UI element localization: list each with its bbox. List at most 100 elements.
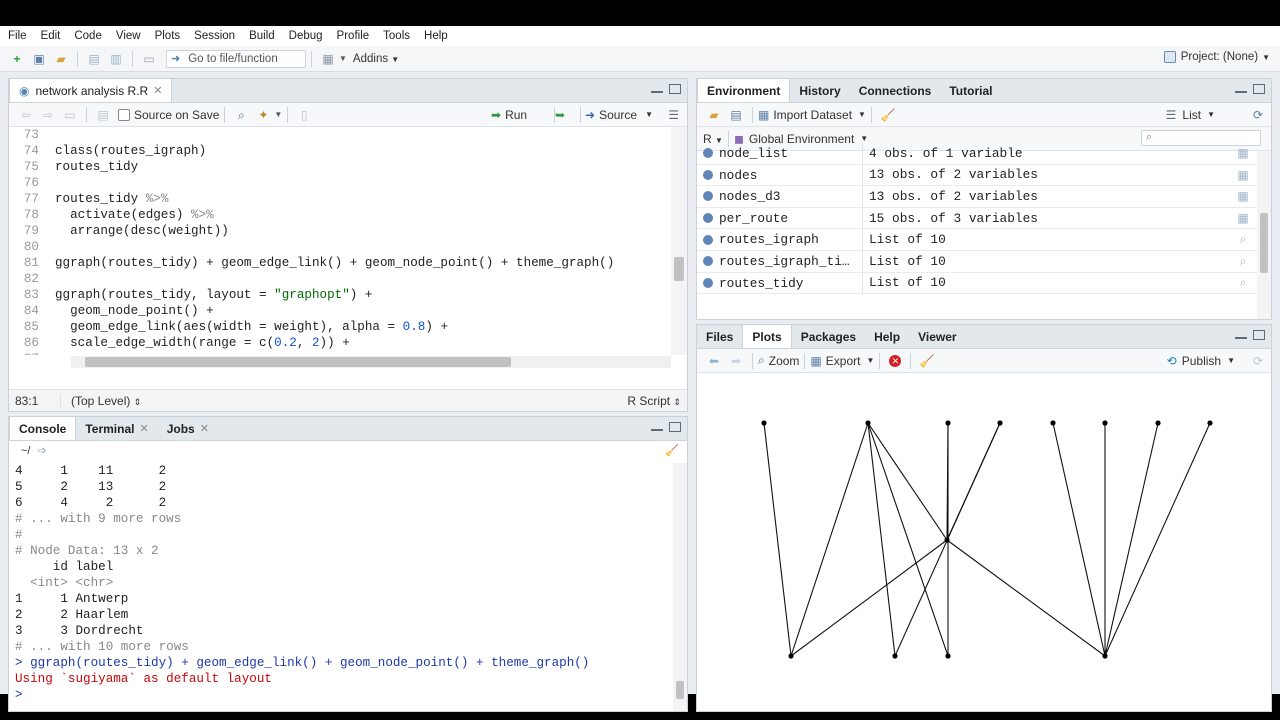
forward-arrow-icon[interactable]: ⇨ bbox=[40, 107, 56, 123]
minimize-icon[interactable] bbox=[1235, 91, 1247, 94]
addins-menu[interactable]: Addins ▼ bbox=[353, 53, 399, 65]
expand-icon[interactable] bbox=[703, 234, 713, 245]
save-icon[interactable]: ▤ bbox=[86, 51, 102, 67]
minimize-icon[interactable] bbox=[1235, 337, 1247, 340]
tab-files[interactable]: Files bbox=[697, 325, 742, 348]
console-vertical-scrollbar[interactable] bbox=[673, 463, 687, 711]
menu-build[interactable]: Build bbox=[249, 30, 275, 42]
console-output[interactable]: 4 1 11 2 5 2 13 2 6 4 2 2 # ... with 9 more… bbox=[15, 463, 669, 707]
search-icon[interactable]: ⌕ bbox=[233, 107, 249, 123]
search-icon[interactable]: ⌕ bbox=[1235, 254, 1251, 269]
close-icon[interactable]: ✕ bbox=[200, 422, 209, 435]
run-button[interactable]: ➡ Run bbox=[491, 108, 527, 122]
table-icon[interactable]: ▦ bbox=[1235, 168, 1251, 182]
tab-environment[interactable]: Environment bbox=[697, 79, 791, 102]
close-icon[interactable]: ✕ bbox=[139, 422, 148, 435]
minimize-icon[interactable] bbox=[651, 91, 663, 94]
tab-help[interactable]: Help bbox=[865, 325, 909, 348]
back-arrow-icon[interactable]: ⇦ bbox=[18, 107, 34, 123]
tab-console[interactable]: Console bbox=[9, 417, 77, 440]
code-line[interactable]: 75 routes_tidy bbox=[9, 159, 671, 175]
refresh-icon[interactable]: ⟳ bbox=[1253, 108, 1263, 122]
remove-plot-icon[interactable]: ✕ bbox=[889, 354, 902, 367]
editor-vertical-scrollbar[interactable] bbox=[671, 127, 687, 355]
code-line[interactable]: 87 bbox=[9, 351, 671, 355]
menu-debug[interactable]: Debug bbox=[289, 30, 323, 42]
outline-icon[interactable]: ☰ bbox=[668, 108, 679, 122]
refresh-icon[interactable]: ⟳ bbox=[1253, 354, 1263, 368]
magic-wand-icon[interactable]: ✦ bbox=[255, 107, 271, 123]
menu-profile[interactable]: Profile bbox=[337, 30, 370, 42]
expand-icon[interactable] bbox=[703, 256, 713, 267]
grid-layout-icon[interactable]: ▦ bbox=[320, 51, 336, 67]
file-type-selector[interactable]: R Script ⇕ bbox=[627, 394, 681, 408]
maximize-icon[interactable] bbox=[1253, 330, 1265, 340]
publish-button[interactable]: ⟲ Publish ▼ bbox=[1167, 354, 1235, 368]
menu-plots[interactable]: Plots bbox=[155, 30, 181, 42]
menu-file[interactable]: File bbox=[8, 30, 27, 42]
environment-row[interactable]: node_list 4 obs. of 1 variable ▦ bbox=[697, 143, 1257, 165]
environment-row[interactable]: routes_igraph List of 10 ⌕ bbox=[697, 229, 1257, 251]
code-line[interactable]: 83 ggraph(routes_tidy, layout = "graphopt… bbox=[9, 287, 671, 303]
environment-row[interactable]: nodes 13 obs. of 2 variables ▦ bbox=[697, 164, 1257, 187]
save-icon[interactable]: ▤ bbox=[728, 107, 744, 123]
compile-report-icon[interactable]: ▯ bbox=[296, 107, 312, 123]
back-arrow-icon[interactable]: ⬅ bbox=[706, 353, 722, 369]
expand-icon[interactable] bbox=[703, 148, 713, 159]
code-line[interactable]: 86 scale_edge_width(range = c(0.2, 2)) + bbox=[9, 335, 671, 351]
scroll-thumb[interactable] bbox=[674, 257, 684, 281]
code-area[interactable]: 73 74 class(routes_igraph) 75 routes_tidy 76 7… bbox=[9, 127, 671, 355]
tab-plots[interactable]: Plots bbox=[742, 325, 792, 348]
tab-packages[interactable]: Packages bbox=[792, 325, 865, 348]
project-menu[interactable]: Project: (None) ▼ bbox=[1163, 51, 1270, 63]
view-mode-menu[interactable]: ☰ List ▼ bbox=[1166, 108, 1215, 122]
code-line[interactable]: 85 geom_edge_link(aes(width = weight), a… bbox=[9, 319, 671, 335]
menu-edit[interactable]: Edit bbox=[41, 30, 61, 42]
new-file-icon[interactable]: + bbox=[9, 51, 25, 67]
maximize-icon[interactable] bbox=[669, 84, 681, 94]
maximize-icon[interactable] bbox=[1253, 84, 1265, 94]
close-icon[interactable]: ✕ bbox=[153, 84, 162, 97]
open-file-icon[interactable]: ▰ bbox=[53, 51, 69, 67]
scope-selector[interactable]: (Top Level) ⇕ bbox=[61, 394, 141, 408]
environment-row[interactable]: routes_tidy List of 10 ⌕ bbox=[697, 272, 1257, 295]
go-to-file-function[interactable]: ➜ Go to file/function bbox=[166, 49, 306, 68]
save-all-icon[interactable]: ▥ bbox=[108, 51, 124, 67]
code-line[interactable]: 82 bbox=[9, 271, 671, 287]
code-line[interactable]: 79 arrange(desc(weight)) bbox=[9, 223, 671, 239]
maximize-icon[interactable] bbox=[669, 422, 681, 432]
search-icon[interactable]: ⌕ bbox=[1235, 275, 1251, 290]
load-workspace-icon[interactable]: ▰ bbox=[706, 107, 722, 123]
tab-connections[interactable]: Connections bbox=[850, 79, 941, 102]
code-line[interactable]: 77 routes_tidy %>% bbox=[9, 191, 671, 207]
code-line[interactable]: 76 bbox=[9, 175, 671, 191]
export-button[interactable]: ▦ Export ▼ bbox=[810, 354, 874, 368]
scroll-thumb[interactable] bbox=[676, 681, 684, 699]
editor-tab[interactable]: ◉ network analysis R.R ✕ bbox=[9, 79, 173, 102]
save-icon[interactable]: ▤ bbox=[95, 107, 111, 123]
tab-jobs[interactable]: Jobs ✕ bbox=[158, 417, 218, 440]
expand-icon[interactable] bbox=[703, 277, 713, 288]
table-icon[interactable]: ▦ bbox=[1235, 189, 1251, 203]
menu-code[interactable]: Code bbox=[74, 30, 102, 42]
tab-history[interactable]: History bbox=[790, 79, 849, 102]
environment-vertical-scrollbar[interactable] bbox=[1257, 151, 1271, 319]
code-line[interactable]: 81 ggraph(routes_tidy) + geom_edge_link()… bbox=[9, 255, 671, 271]
minimize-icon[interactable] bbox=[651, 429, 663, 432]
table-icon[interactable]: ▦ bbox=[1235, 146, 1251, 160]
expand-icon[interactable] bbox=[703, 213, 713, 224]
show-in-window-icon[interactable]: ▭ bbox=[62, 107, 78, 123]
environment-row[interactable]: routes_igraph_ti… List of 10 ⌕ bbox=[697, 250, 1257, 273]
new-project-icon[interactable]: ▣ bbox=[31, 51, 47, 67]
source-button[interactable]: ➜ Source ▼ bbox=[585, 108, 653, 122]
print-icon[interactable]: ▭ bbox=[141, 51, 157, 67]
editor-horizontal-scrollbar[interactable] bbox=[71, 356, 671, 368]
code-line[interactable]: 74 class(routes_igraph) bbox=[9, 143, 671, 159]
rerun-icon[interactable]: ➥ bbox=[555, 108, 565, 122]
environment-row[interactable]: per_route 15 obs. of 3 variables ▦ bbox=[697, 207, 1257, 230]
go-to-directory-icon[interactable]: ➩ bbox=[38, 445, 47, 457]
code-line[interactable]: 73 bbox=[9, 127, 671, 143]
environment-row[interactable]: nodes_d3 13 obs. of 2 variables ▦ bbox=[697, 186, 1257, 208]
scroll-thumb[interactable] bbox=[1260, 213, 1268, 273]
scroll-thumb[interactable] bbox=[85, 357, 511, 367]
